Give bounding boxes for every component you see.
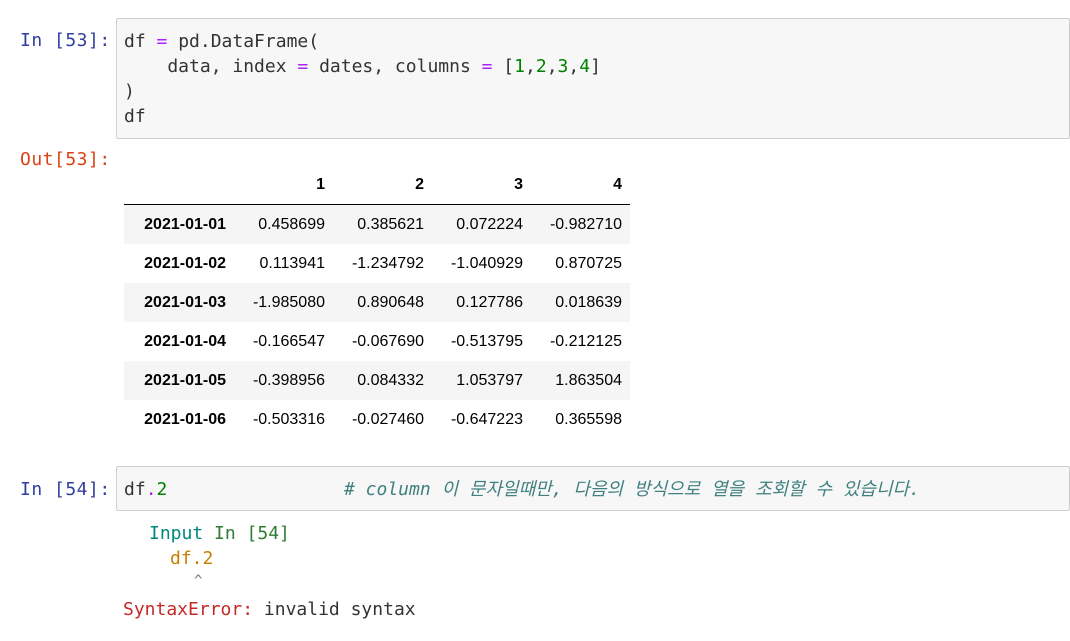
code-text: pd.DataFrame( <box>167 31 320 52</box>
table-row: 2021-01-01 0.458699 0.385621 0.072224 -0… <box>124 204 630 244</box>
table-cell: -0.398956 <box>252 371 325 389</box>
code-text: data, index <box>124 56 298 77</box>
table-cell: -0.212125 <box>549 332 622 350</box>
column-header: 2 <box>333 165 432 205</box>
table-cell: 0.385621 <box>357 215 424 233</box>
table-cell: 0.072224 <box>456 215 523 233</box>
code-text: df <box>124 479 146 500</box>
error-type: SyntaxError <box>123 599 243 620</box>
table-cell: 0.458699 <box>258 215 325 233</box>
table-cell: 1.053797 <box>456 371 523 389</box>
code-operator: . <box>145 479 157 500</box>
dataframe-table: 1 2 3 4 2021-01-01 0.458699 0.385621 0.0… <box>124 165 630 439</box>
code-number: 2 <box>156 479 168 500</box>
table-row: 2021-01-04 -0.166547 -0.067690 -0.513795… <box>124 322 630 361</box>
cell-54-input[interactable]: df.2 # column 이 문자일때만, 다음의 방식으로 열을 조회할 수… <box>116 466 1070 511</box>
error-colon: : <box>242 599 254 620</box>
traceback-input-line: Input In [54] <box>149 521 290 546</box>
table-cell: -0.166547 <box>252 332 325 350</box>
code-comment: # column 이 문자일때만, 다음의 방식으로 열을 조회할 수 있습니다… <box>344 479 920 500</box>
table-cell: -1.985080 <box>252 293 325 311</box>
table-row: 2021-01-02 0.113941 -1.234792 -1.040929 … <box>124 244 630 283</box>
cell-53-code: df = pd.DataFrame( data, index = dates, … <box>124 29 601 129</box>
table-cell: -0.503316 <box>252 410 325 428</box>
traceback-code-line: df.2 <box>170 548 214 569</box>
code-operator: = <box>297 56 309 77</box>
traceback-input-cell: In [54] <box>214 523 290 544</box>
code-operator: = <box>481 56 493 77</box>
table-cell: 0.365598 <box>555 410 622 428</box>
code-text: dates, columns <box>308 56 482 77</box>
row-index: 2021-01-01 <box>144 215 226 233</box>
error-text: invalid syntax <box>253 599 416 620</box>
table-cell: 1.863504 <box>555 371 622 389</box>
column-header: 1 <box>234 165 333 205</box>
code-text: df <box>124 31 157 52</box>
column-header-index <box>124 165 234 205</box>
table-cell: 0.870725 <box>555 254 622 272</box>
code-number: 3 <box>557 56 569 77</box>
row-index: 2021-01-04 <box>144 332 226 350</box>
code-text: df <box>124 106 146 127</box>
table-cell: 0.890648 <box>357 293 424 311</box>
code-number: 1 <box>514 56 525 77</box>
table-cell: -0.982710 <box>549 215 622 233</box>
column-header: 4 <box>531 165 630 205</box>
error-message: SyntaxError: invalid syntax <box>123 597 416 622</box>
table-cell: 0.113941 <box>259 254 325 272</box>
code-text: ] <box>590 56 601 77</box>
table-row: 2021-01-05 -0.398956 0.084332 1.053797 1… <box>124 361 630 400</box>
table-cell: -1.234792 <box>351 254 424 272</box>
column-header: 3 <box>432 165 531 205</box>
code-operator: = <box>156 31 168 52</box>
row-index: 2021-01-03 <box>144 293 226 311</box>
table-cell: 0.018639 <box>555 293 622 311</box>
traceback-input-label: Input <box>149 523 204 544</box>
code-text: , <box>525 56 536 77</box>
table-row: 2021-01-06 -0.503316 -0.027460 -0.647223… <box>124 400 630 439</box>
code-number: 2 <box>535 56 547 77</box>
table-header-row: 1 2 3 4 <box>124 165 630 205</box>
cell-53-input[interactable]: df = pd.DataFrame( data, index = dates, … <box>116 18 1070 139</box>
traceback-caret: ^ <box>194 573 203 589</box>
code-text: ) <box>124 81 135 102</box>
cell-53-in-prompt: In [53]: <box>20 30 111 51</box>
cell-54-code: df.2 <box>124 477 167 502</box>
table-cell: -1.040929 <box>450 254 523 272</box>
row-index: 2021-01-05 <box>144 371 226 389</box>
cell-53-out-prompt: Out[53]: <box>20 149 111 170</box>
code-text: , <box>546 56 558 77</box>
code-text: , <box>568 56 580 77</box>
table-cell: -0.027460 <box>351 410 424 428</box>
table-cell: -0.513795 <box>450 332 523 350</box>
code-text: [ <box>492 56 515 77</box>
table-cell: 0.084332 <box>357 371 424 389</box>
table-cell: 0.127786 <box>456 293 523 311</box>
code-number: 4 <box>579 56 591 77</box>
table-cell: -0.067690 <box>351 332 424 350</box>
row-index: 2021-01-06 <box>144 410 226 428</box>
cell-54-in-prompt: In [54]: <box>20 479 111 500</box>
row-index: 2021-01-02 <box>144 254 226 272</box>
table-row: 2021-01-03 -1.985080 0.890648 0.127786 0… <box>124 283 630 322</box>
table-cell: -0.647223 <box>450 410 523 428</box>
